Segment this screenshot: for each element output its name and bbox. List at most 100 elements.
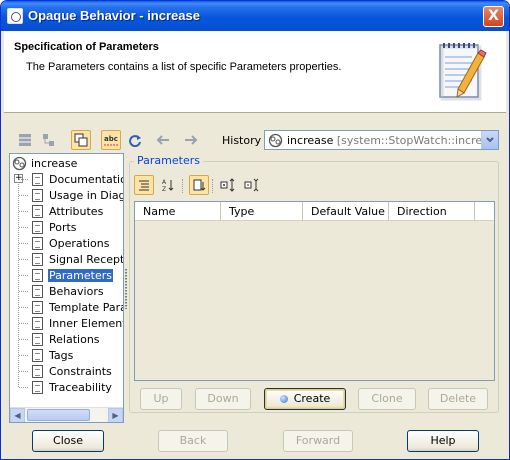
grid-view-icon[interactable]	[15, 130, 35, 150]
sort-alphabetical-icon[interactable]: AZ	[158, 175, 178, 195]
tree-item[interactable]: Behaviors	[32, 283, 105, 299]
tree-item[interactable]: Attributes	[32, 203, 104, 219]
tree-item-label: Traceability	[49, 380, 112, 394]
column-header-name[interactable]: Name	[135, 202, 221, 221]
back-button[interactable]: Back	[158, 430, 228, 452]
close-window-button[interactable]: X	[483, 6, 504, 27]
document-icon	[32, 188, 43, 202]
column-header-direction[interactable]: Direction	[389, 202, 475, 221]
scroll-thumb[interactable]	[27, 409, 90, 421]
main-toolbar: abc History : increase [system::StopWatc…	[1, 126, 509, 154]
delete-button[interactable]: Delete	[428, 388, 488, 410]
filter-icon[interactable]	[189, 175, 209, 195]
svg-text:A: A	[162, 179, 167, 186]
document-icon	[32, 300, 43, 314]
parameters-group-title: Parameters	[134, 154, 203, 167]
header-title: Specification of Parameters	[14, 41, 159, 53]
column-header-type[interactable]: Type	[221, 202, 303, 221]
history-label: History :	[222, 134, 269, 147]
document-icon	[32, 348, 43, 362]
document-icon	[32, 284, 43, 298]
copy-view-icon[interactable]	[71, 130, 91, 150]
title-bar[interactable]: Opaque Behavior - increase X	[1, 1, 509, 31]
tree-guide-branch	[19, 259, 29, 260]
tree-view-icon[interactable]	[39, 130, 59, 150]
document-icon	[32, 172, 43, 186]
tree-item[interactable]: Operations	[32, 235, 110, 251]
document-icon	[32, 252, 43, 266]
tree-guide-branch	[19, 179, 29, 180]
close-button[interactable]: Close	[32, 430, 104, 452]
tree-guide-branch	[19, 339, 29, 340]
notepad-pencil-icon	[439, 43, 487, 101]
history-value: increase [system::StopWatch::incre...	[287, 134, 493, 147]
tree-guide-branch	[19, 355, 29, 356]
down-button[interactable]: Down	[195, 388, 251, 410]
tree-item-label: Behaviors	[49, 284, 104, 298]
tree-guide-branch	[19, 275, 29, 276]
document-icon	[32, 364, 43, 378]
spell-check-icon[interactable]: abc	[101, 130, 121, 150]
parameters-table[interactable]: Name Type Default Value Direction	[134, 201, 495, 381]
forward-arrow-icon[interactable]	[181, 130, 201, 150]
expand-all-icon[interactable]	[218, 175, 238, 195]
history-dropdown[interactable]: increase [system::StopWatch::incre...	[264, 130, 499, 150]
tree-item[interactable]: Tags	[32, 347, 74, 363]
chevron-down-icon[interactable]	[481, 131, 498, 149]
tree-root-label: increase	[31, 156, 78, 170]
back-arrow-icon[interactable]	[153, 130, 173, 150]
tree-item[interactable]: Signal Receptio	[32, 251, 124, 267]
spec-tree[interactable]: increase + DocumentationUsage in DiagraA…	[9, 153, 124, 423]
help-button[interactable]: Help	[407, 430, 479, 452]
svg-text:Z: Z	[162, 186, 166, 192]
tree-item[interactable]: Inner Elements	[32, 315, 124, 331]
tree-guide-branch	[19, 387, 29, 388]
clone-button[interactable]: Clone	[358, 388, 416, 410]
tree-item-label: Constraints	[49, 364, 112, 378]
document-icon	[32, 268, 43, 282]
tree-root[interactable]: increase	[12, 155, 78, 171]
tree-guide-branch	[19, 227, 29, 228]
app-icon	[7, 8, 23, 24]
refresh-icon[interactable]	[125, 130, 145, 150]
tree-item-label: Tags	[49, 348, 74, 362]
tree-item-label: Relations	[49, 332, 100, 346]
document-icon	[32, 220, 43, 234]
scroll-right-icon[interactable]: ▶	[108, 408, 123, 422]
tree-item-label: Ports	[49, 220, 77, 234]
tree-item-label: Attributes	[49, 204, 104, 218]
column-header-default-value[interactable]: Default Value	[303, 202, 389, 221]
tree-item-label: Operations	[49, 236, 110, 250]
tree-item-label: Inner Elements	[49, 316, 124, 330]
opaque-behavior-icon	[12, 156, 27, 170]
tree-item[interactable]: Template Param	[32, 299, 123, 315]
tree-guide-branch	[19, 371, 29, 372]
tree-item-label: Documentation	[49, 172, 123, 186]
tree-horizontal-scrollbar[interactable]: ◀ ▶	[10, 407, 123, 422]
tree-item-label: Parameters	[48, 268, 113, 282]
tree-guide-branch	[19, 243, 29, 244]
up-button[interactable]: Up	[140, 388, 182, 410]
tree-item[interactable]: Usage in Diagra	[32, 187, 123, 203]
splitter-handle[interactable]	[125, 269, 127, 309]
create-button[interactable]: Create	[264, 388, 346, 410]
tree-guide-branch	[19, 291, 29, 292]
tree-item-label: Signal Receptio	[49, 252, 124, 266]
tree-item[interactable]: Relations	[32, 331, 101, 347]
tree-item[interactable]: Traceability	[32, 379, 113, 395]
document-icon	[32, 380, 43, 394]
tree-item[interactable]: Ports	[32, 219, 78, 235]
grouped-view-icon[interactable]	[134, 175, 154, 195]
tree-item[interactable]: Constraints	[32, 363, 113, 379]
create-button-label: Create	[293, 392, 331, 405]
document-icon	[32, 236, 43, 250]
tree-item-label: Usage in Diagra	[49, 188, 123, 202]
header-panel: Specification of Parameters The Paramete…	[4, 31, 506, 113]
forward-button[interactable]: Forward	[283, 430, 353, 452]
tree-item[interactable]: Parameters	[32, 267, 113, 283]
toolbar-separator	[182, 179, 183, 193]
collapse-all-icon[interactable]	[242, 175, 262, 195]
scroll-left-icon[interactable]: ◀	[10, 408, 25, 422]
tree-item[interactable]: Documentation	[32, 171, 123, 187]
tree-guide-branch	[19, 323, 29, 324]
